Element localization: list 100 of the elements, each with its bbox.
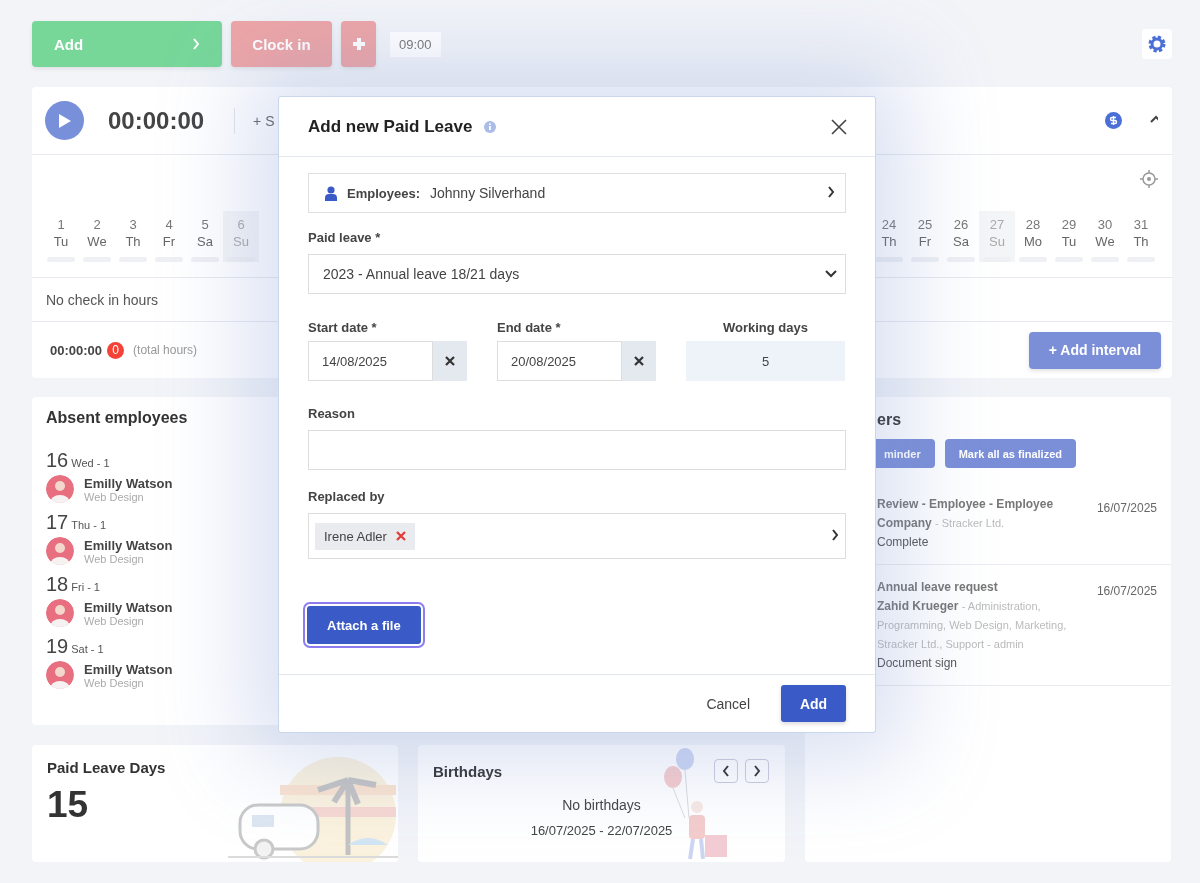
total-hint: (total hours) <box>133 343 198 357</box>
calendar-day[interactable]: 3 Th <box>115 211 151 262</box>
previous-button[interactable] <box>714 759 738 783</box>
chevron-right-icon <box>753 765 761 777</box>
reminder-action-button[interactable]: Mark all as finalized <box>944 439 1076 468</box>
person-tag: Irene Adler <box>315 522 415 550</box>
close-button[interactable] <box>831 118 847 135</box>
field-label: Paid leave * <box>308 230 382 245</box>
calendar-day[interactable]: 31 Th <box>1123 211 1159 262</box>
weekday-label: Fri - 1 <box>71 581 100 593</box>
day-number: 2 <box>93 216 101 233</box>
calendar-day[interactable]: 30 We <box>1087 211 1123 262</box>
day-number: 1 <box>57 216 65 233</box>
day-number: 6 <box>237 216 245 233</box>
calendar-day[interactable]: 26 Sa <box>943 211 979 262</box>
dropdown-icon <box>825 270 837 278</box>
weekday-label: Thu - 1 <box>71 519 107 531</box>
field-label: Working days <box>722 320 809 335</box>
day-number: 30 <box>1097 216 1113 233</box>
employee-name: Emilly Watson <box>84 537 173 553</box>
calendar-day[interactable]: 24 Th <box>871 211 907 262</box>
next-button[interactable] <box>745 759 769 783</box>
add-interval-button[interactable]: + Add interval <box>1029 331 1161 369</box>
weekday-label: Sa <box>953 233 969 251</box>
day-number: 19 <box>46 635 69 658</box>
clear-icon <box>445 356 455 366</box>
day-number: 16 <box>46 449 69 472</box>
avatar-icon <box>46 537 74 565</box>
assignee-details: Zahid Krueger - Administration, Programming, Web Design, Marketing, Stracker Ltd., Support - admin <box>877 598 1068 652</box>
day-number: 3 <box>129 216 137 233</box>
weekday-label: Th <box>881 233 897 251</box>
day-number: 17 <box>46 511 69 534</box>
date-range: 16/07/2025 - 22/07/2025 <box>530 823 673 838</box>
field-label: Replaced by <box>308 489 386 504</box>
weekday-label: Su <box>989 233 1005 251</box>
empty-message: No birthdays <box>562 797 641 813</box>
weekday-label: We <box>87 233 107 251</box>
play-icon <box>57 112 72 129</box>
field-label: Reason <box>308 406 356 421</box>
calendar-day[interactable]: 2 We <box>79 211 115 262</box>
add-button[interactable]: Add <box>781 685 846 722</box>
day-number: 28 <box>1025 216 1041 233</box>
locate-icon[interactable] <box>1140 170 1158 188</box>
weekday-label: Th <box>1133 233 1149 251</box>
play-button[interactable] <box>45 101 84 140</box>
session-link[interactable]: + S <box>253 112 275 129</box>
weekday-label: Sa <box>197 233 213 251</box>
clear-button[interactable] <box>622 341 656 381</box>
day-number: 18 <box>46 573 69 596</box>
end-date-field[interactable]: 20/08/2025 <box>497 341 622 381</box>
reminder-status: Complete <box>877 534 930 551</box>
reminder-title: Annual leave request <box>877 579 999 596</box>
chevron-right-icon <box>827 186 835 198</box>
clear-button[interactable] <box>433 341 467 381</box>
calendar-day[interactable]: 4 Fr <box>151 211 187 262</box>
card-title: Absent employees <box>46 409 188 427</box>
chevron-right-icon <box>831 529 839 541</box>
working-days-field: 5 <box>686 341 845 381</box>
time-label: 09:00 <box>390 31 441 57</box>
employee-selector[interactable]: Employees: Johnny Silverhand <box>308 173 846 213</box>
weekday-label: Wed - 1 <box>71 457 110 469</box>
reminder-status: Document sign <box>877 655 959 672</box>
day-number: 5 <box>201 216 209 233</box>
employee-name: Emilly Watson <box>84 475 173 491</box>
calendar-day[interactable]: 25 Fr <box>907 211 943 262</box>
plus-icon <box>351 37 366 51</box>
currency-icon[interactable] <box>1105 112 1122 129</box>
weekday-label: Fr <box>162 233 176 251</box>
reminder-date: 16/07/2025 <box>1095 500 1157 517</box>
clear-icon <box>634 356 644 366</box>
reason-field[interactable] <box>308 430 846 470</box>
leave-type-select[interactable]: 2023 - Annual leave 18/21 days <box>308 254 846 294</box>
day-number: 29 <box>1061 216 1077 233</box>
day-number: 27 <box>989 216 1005 233</box>
settings-button[interactable] <box>1142 29 1172 59</box>
day-number: 31 <box>1133 216 1149 233</box>
timer-display: 00:00:00 <box>108 106 205 135</box>
field-label: Start date * <box>308 320 378 335</box>
weekday-label: Su <box>233 233 249 251</box>
replacement-selector[interactable]: Irene Adler <box>308 513 846 559</box>
avatar-icon <box>46 475 74 503</box>
day-number: 26 <box>953 216 969 233</box>
weekday-label: Th <box>125 233 141 251</box>
calendar-day[interactable]: 28 Mo <box>1015 211 1051 262</box>
cancel-button[interactable]: Cancel <box>700 689 756 718</box>
avatar-icon <box>46 599 74 627</box>
start-date-field[interactable]: 14/08/2025 <box>308 341 433 381</box>
calendar-day[interactable]: 1 Tu <box>43 211 79 262</box>
field-label: End date * <box>497 320 562 335</box>
day-number: 24 <box>881 216 897 233</box>
remove-icon[interactable] <box>395 531 406 541</box>
team-label: Web Design <box>84 676 145 689</box>
chevron-left-icon <box>722 765 730 777</box>
calendar-day[interactable]: 29 Tu <box>1051 211 1087 262</box>
dialog-title: Add new Paid Leave <box>308 116 473 137</box>
calendar-day[interactable]: 5 Sa <box>187 211 223 262</box>
weekday-label: We <box>1095 233 1115 251</box>
avatar-icon <box>46 661 74 689</box>
employee-name: Emilly Watson <box>84 599 173 615</box>
chevron-right-icon <box>192 38 200 50</box>
